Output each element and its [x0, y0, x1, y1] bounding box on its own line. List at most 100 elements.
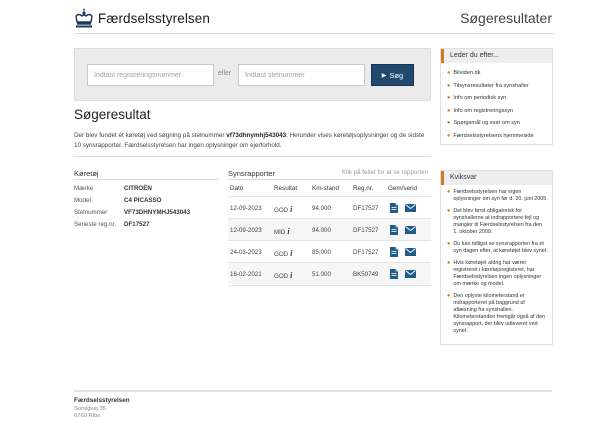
sidebar-link-label: Info om periodisk syn [453, 95, 507, 101]
vehicle-value: DF17527 [124, 221, 150, 228]
intro-vin: vf73dhnymhj543043 [226, 132, 287, 139]
quick-answer-item: ● Færdselsstyrelsen har ingen oplysninger… [447, 189, 548, 203]
bullet-icon: ● [447, 70, 451, 76]
column-header-reg[interactable]: Reg.nr. [353, 185, 373, 192]
mail-icon[interactable] [405, 248, 416, 256]
report-result: GOD i [274, 205, 292, 214]
bullet-icon: ● [447, 241, 451, 247]
sidebar-quick-answers-title: Kviksvar [441, 171, 552, 185]
sidebar-link-label: Færdselsstyrelsens hjemmeside [453, 132, 534, 139]
page-heading: Søgeresultater [460, 10, 552, 26]
vehicle-row: Model C4 PICASSO [74, 197, 224, 204]
sidebar-link[interactable]: ● Info om periodisk syn [447, 92, 548, 105]
footer-org-name: Færdselsstyrelsen [74, 397, 130, 404]
sidebar-looking-for-title: Leder du efter... [441, 49, 552, 63]
pdf-document-icon[interactable] [390, 269, 398, 279]
report-km: 94.000 [312, 227, 331, 234]
registration-number-input[interactable] [87, 64, 214, 86]
vehicle-key: Model [74, 197, 91, 204]
quick-answer-text: Du kan tidligst se synsrapporten fra et … [453, 241, 548, 254]
bullet-icon: ● [447, 208, 451, 214]
report-km: 94.000 [312, 205, 331, 212]
report-km: 85.000 [312, 249, 331, 256]
report-km: 51.000 [312, 271, 331, 278]
sidebar-link[interactable]: ● Info om registreringssyn [447, 105, 548, 118]
reports-divider [228, 179, 431, 180]
column-header-date[interactable]: Dato [230, 185, 243, 192]
vehicle-value: CITROËN [124, 185, 152, 192]
pdf-document-icon[interactable] [390, 247, 398, 257]
result-title: Søgeresultat [74, 107, 151, 122]
quick-answer-text: Den oplyste kilometerstand er indrapport… [453, 293, 546, 334]
report-date: 24-03-2023 [230, 249, 262, 256]
header: Færdselsstyrelsen Søgeresultater [0, 0, 600, 40]
or-label: eller [218, 70, 232, 77]
sidebar-link[interactable]: ● Bilviden.dk [447, 67, 548, 80]
pdf-document-icon[interactable] [390, 225, 398, 235]
vehicle-value: VF73DHNYMHJ543043 [124, 209, 191, 216]
vehicle-divider [74, 179, 219, 180]
content-divider [74, 156, 431, 157]
quick-answer-text: Det blev først obligatorisk for synshall… [453, 208, 543, 235]
vehicle-key: Stelnummer [74, 209, 108, 216]
report-result: GOD i [274, 271, 292, 280]
sidebar-link[interactable]: ● Tilsynsresultater fra synshaller [447, 80, 548, 93]
sidebar-link[interactable]: ● Spørgsmål og svar om syn [447, 117, 548, 130]
header-divider [74, 33, 554, 34]
info-icon[interactable]: i [290, 205, 292, 214]
vehicle-row: Seneste reg.nr. DF17527 [74, 221, 224, 228]
table-row[interactable]: 16-02-2021 GOD i 51.000 BK59749 [228, 262, 431, 284]
table-row[interactable]: 12-09-2023 MID i 94.000 DF17527 [228, 218, 431, 240]
mail-icon[interactable] [405, 204, 416, 212]
report-reg: DF17527 [353, 249, 379, 256]
vehicle-row: Stelnummer VF73DHNYMHJ543043 [74, 209, 224, 216]
mail-icon[interactable] [405, 226, 416, 234]
info-icon[interactable]: i [290, 249, 292, 258]
footer-address-line: Sorsigvej 35 [74, 406, 106, 412]
sidebar-looking-for: Leder du efter... ● Bilviden.dk ● Tilsynsr… [440, 48, 553, 145]
table-row[interactable]: 12-09-2023 GOD i 94.000 DF17527 [228, 196, 431, 218]
reports-hint: Klik på feltet for at se rapporten [342, 169, 428, 176]
quick-answer-text: Færdselsstyrelsen har ingen oplysninger … [453, 189, 548, 202]
table-row[interactable]: 24-03-2023 GOD i 85.000 DF17527 [228, 240, 431, 262]
footer-address: Sorsigvej 35 6760 Ribe [74, 406, 106, 420]
report-reg: BK59749 [353, 271, 379, 278]
column-header-km[interactable]: Km-stand [312, 185, 339, 192]
sidebar-link-list: ● Bilviden.dk ● Tilsynsresultater fra syns… [441, 63, 552, 144]
result-text: GOD [274, 251, 289, 258]
vehicle-key: Seneste reg.nr. [74, 221, 116, 228]
sidebar-quick-answers: Kviksvar ● Færdselsstyrelsen har ingen op… [440, 170, 553, 345]
bullet-icon: ● [447, 95, 451, 101]
report-reg: DF17527 [353, 227, 379, 234]
search-button[interactable]: ▶ Søg [371, 64, 414, 86]
info-icon[interactable]: i [287, 227, 289, 236]
pdf-document-icon[interactable] [390, 203, 398, 213]
column-header-result[interactable]: Resultat [274, 185, 297, 192]
bullet-icon: ● [447, 82, 451, 89]
intro-text: Der blev fundet ét køretøj ved søgning p… [74, 132, 227, 139]
footer-divider [74, 390, 552, 392]
bullet-icon: ● [447, 107, 451, 114]
bullet-icon: ● [447, 293, 451, 299]
report-date: 16-02-2021 [230, 271, 262, 278]
report-result: MID i [274, 227, 290, 236]
result-text: MID [274, 229, 286, 236]
quick-answer-item: ● Det blev først obligatorisk for synshal… [447, 208, 548, 236]
vin-input[interactable] [238, 64, 365, 86]
vehicle-key: Mærke [74, 185, 94, 192]
sidebar-link[interactable]: ● Færdselsstyrelsens hjemmeside [447, 130, 548, 143]
logo[interactable]: Færdselsstyrelsen [74, 6, 210, 30]
info-icon[interactable]: i [290, 271, 292, 280]
quick-answer-text: Hvis køretøjet aldrig har været registre… [453, 260, 542, 287]
report-date: 12-09-2023 [230, 227, 262, 234]
bullet-icon: ● [447, 132, 451, 139]
report-date: 12-09-2023 [230, 205, 262, 212]
mail-icon[interactable] [405, 270, 416, 278]
quick-answer-item: ● Du kan tidligst se synsrapporten fra et… [447, 241, 548, 255]
reports-section-title: Synsrapporter [228, 169, 276, 178]
quick-answer-item: ● Hvis køretøjet aldrig har været registr… [447, 260, 548, 288]
vehicle-value: C4 PICASSO [124, 197, 162, 204]
sidebar-link-label: Spørgsmål og svar om syn [453, 120, 520, 126]
logo-text: Færdselsstyrelsen [98, 10, 210, 26]
sidebar-link-label: Bilviden.dk [453, 70, 481, 76]
